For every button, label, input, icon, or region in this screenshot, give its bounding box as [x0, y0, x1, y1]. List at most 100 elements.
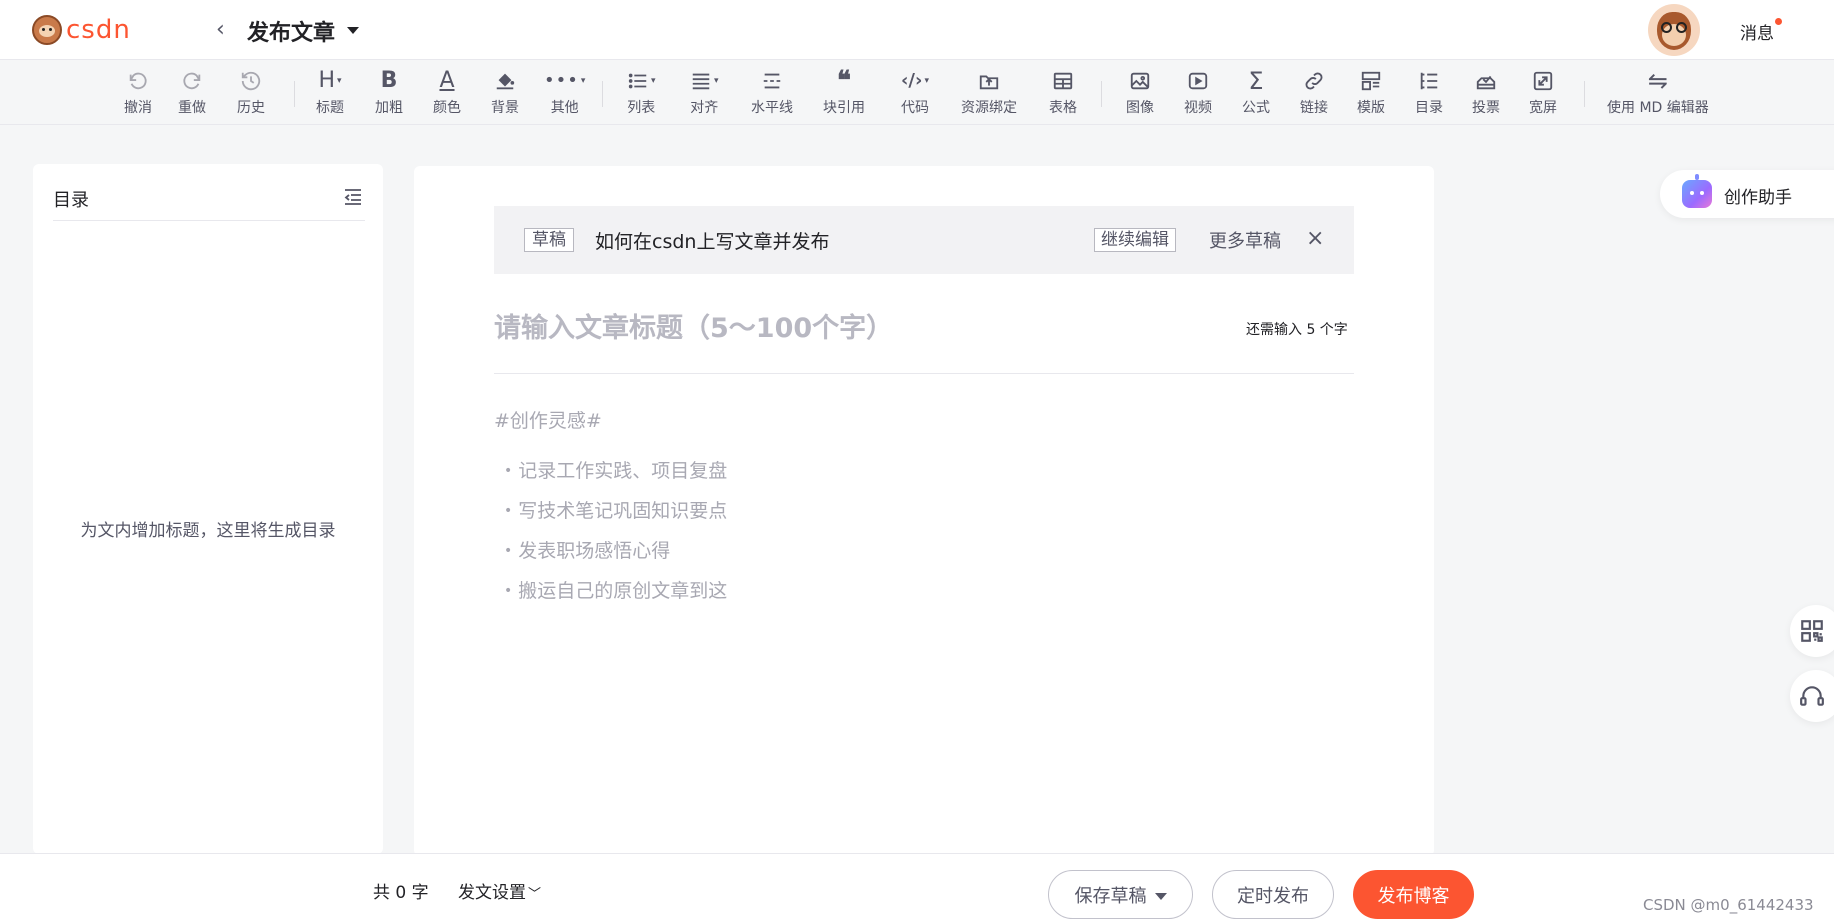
robot-icon	[1682, 174, 1712, 208]
more-drafts-link[interactable]: 更多草稿	[1209, 227, 1281, 253]
qr-code-icon	[1801, 620, 1823, 642]
blockquote-label: 块引用	[823, 100, 865, 116]
draft-notice-bar: 草稿 如何在csdn上写文章并发布 继续编辑 更多草稿 ×	[494, 206, 1354, 274]
top-header: csdn ‹ 发布文章 消息	[0, 0, 1834, 60]
close-icon[interactable]: ×	[1306, 226, 1324, 251]
history-button[interactable]: 历史	[237, 67, 265, 119]
more-format-button[interactable]: ••• ▾ 其他	[544, 67, 585, 119]
widescreen-label: 宽屏	[1529, 100, 1557, 116]
horizontal-rule-button[interactable]: 水平线	[751, 67, 793, 119]
link-button[interactable]: 链接	[1300, 67, 1328, 119]
table-label: 表格	[1049, 100, 1077, 116]
image-button[interactable]: 图像	[1126, 67, 1154, 119]
list-item: 写技术笔记巩固知识要点	[494, 491, 727, 531]
formula-button[interactable]: Σ 公式	[1242, 67, 1270, 119]
link-icon	[1303, 67, 1325, 95]
publish-blog-button[interactable]: 发布博客	[1353, 870, 1474, 919]
back-chevron-icon[interactable]: ‹	[216, 17, 225, 42]
widescreen-button[interactable]: 宽屏	[1529, 67, 1557, 119]
monkey-logo-icon	[32, 15, 62, 45]
vote-button[interactable]: 投票	[1472, 67, 1500, 119]
table-button[interactable]: 表格	[1049, 67, 1077, 119]
toc-icon	[1418, 67, 1440, 95]
body-tips-list: 记录工作实践、项目复盘 写技术笔记巩固知识要点 发表职场感悟心得 搬运自己的原创…	[494, 451, 727, 611]
video-icon	[1187, 67, 1209, 95]
title-divider	[494, 373, 1354, 374]
qr-code-button[interactable]	[1790, 605, 1834, 657]
undo-icon	[127, 67, 149, 95]
history-icon	[240, 67, 262, 95]
resource-bind-button[interactable]: 资源绑定	[961, 67, 1017, 119]
switch-arrows-icon: ⇋	[1647, 67, 1668, 95]
continue-edit-button[interactable]: 继续编辑	[1094, 228, 1176, 252]
creation-assistant-button[interactable]: 创作助手	[1660, 170, 1834, 218]
headset-icon	[1800, 686, 1824, 706]
align-label: 对齐	[690, 100, 719, 116]
quote-icon: ❝	[837, 66, 851, 96]
video-label: 视频	[1184, 100, 1212, 116]
toolbar-separator	[1584, 81, 1585, 107]
collapse-toc-icon[interactable]	[343, 188, 363, 206]
publish-settings-label: 发文设置	[458, 883, 526, 903]
save-draft-label: 保存草稿	[1074, 885, 1147, 907]
bottom-action-bar: 共 0 字 发文设置 ﹀ 保存草稿 定时发布 发布博客 CSDN @m0_6144…	[0, 853, 1834, 923]
list-item: 记录工作实践、项目复盘	[494, 451, 727, 491]
title-dropdown-caret-icon[interactable]	[347, 27, 359, 34]
publish-settings-toggle[interactable]: 发文设置 ﹀	[458, 878, 541, 903]
sigma-icon: Σ	[1248, 67, 1264, 95]
formula-label: 公式	[1242, 100, 1270, 116]
title-char-hint: 还需输入 5 个字	[1246, 322, 1348, 338]
template-button[interactable]: 模版	[1357, 67, 1385, 119]
toc-label: 目录	[1415, 100, 1443, 116]
toc-button[interactable]: 目录	[1415, 67, 1443, 119]
chevron-down-icon: ﹀	[528, 887, 542, 902]
avatar-glasses-left	[1661, 22, 1672, 33]
user-avatar[interactable]	[1648, 4, 1700, 56]
template-icon	[1360, 67, 1382, 95]
font-color-button[interactable]: A 颜色	[433, 67, 461, 119]
creation-assistant-label: 创作助手	[1724, 188, 1792, 208]
toolbar-separator	[602, 81, 603, 107]
horizontal-rule-icon	[761, 67, 783, 95]
article-body-editor[interactable]: #创作灵感# 记录工作实践、项目复盘 写技术笔记巩固知识要点 发表职场感悟心得 …	[494, 406, 727, 611]
toolbar-separator	[294, 81, 295, 107]
customer-service-button[interactable]	[1790, 670, 1834, 722]
history-label: 历史	[237, 100, 265, 116]
list-item: 发表职场感悟心得	[494, 531, 727, 571]
bold-label: 加粗	[375, 100, 403, 116]
bold-icon: B	[380, 68, 398, 93]
editor-card: 草稿 如何在csdn上写文章并发布 继续编辑 更多草稿 × 还需输入 5 个字 …	[414, 166, 1434, 856]
paint-bucket-icon	[494, 67, 516, 95]
save-draft-button[interactable]: 保存草稿	[1048, 870, 1193, 919]
video-button[interactable]: 视频	[1184, 67, 1212, 119]
csdn-logo[interactable]: csdn	[32, 14, 131, 46]
bold-button[interactable]: B 加粗	[375, 67, 403, 119]
template-label: 模版	[1357, 100, 1385, 116]
vote-icon	[1475, 67, 1497, 95]
schedule-publish-button[interactable]: 定时发布	[1212, 870, 1334, 919]
body-hashtag: #创作灵感#	[494, 410, 602, 432]
list-label: 列表	[627, 100, 656, 116]
background-color-button[interactable]: 背景	[491, 67, 519, 119]
list-button[interactable]: ▾ 列表	[627, 67, 656, 119]
image-label: 图像	[1126, 100, 1154, 116]
blockquote-button[interactable]: ❝ 块引用	[823, 67, 865, 119]
horizontal-rule-label: 水平线	[751, 100, 793, 116]
resource-bind-label: 资源绑定	[961, 100, 1017, 116]
more-dots-icon: ••• ▾	[544, 70, 586, 91]
heading-button[interactable]: H ▾ 标题	[316, 67, 344, 119]
code-icon: ‹/› ▾	[901, 70, 929, 91]
editor-toolbar: 撤消 重做 历史 H ▾ 标题 B 加粗 A 颜色 背景 ••• ▾ 其他 ▾ …	[0, 61, 1834, 125]
undo-button[interactable]: 撤消	[124, 67, 152, 119]
article-title-input[interactable]	[494, 304, 1214, 352]
redo-button[interactable]: 重做	[178, 67, 206, 119]
page-title: 发布文章	[247, 21, 336, 46]
switch-md-editor-label: 使用 MD 编辑器	[1607, 100, 1709, 116]
message-notification-dot	[1775, 18, 1782, 25]
heading-label: 标题	[316, 100, 344, 116]
code-button[interactable]: ‹/› ▾ 代码	[901, 67, 929, 119]
draft-title: 如何在csdn上写文章并发布	[595, 231, 830, 253]
align-button[interactable]: ▾ 对齐	[690, 67, 719, 119]
messages-link[interactable]: 消息	[1740, 19, 1774, 44]
switch-md-editor-button[interactable]: ⇋ 使用 MD 编辑器	[1607, 67, 1709, 119]
